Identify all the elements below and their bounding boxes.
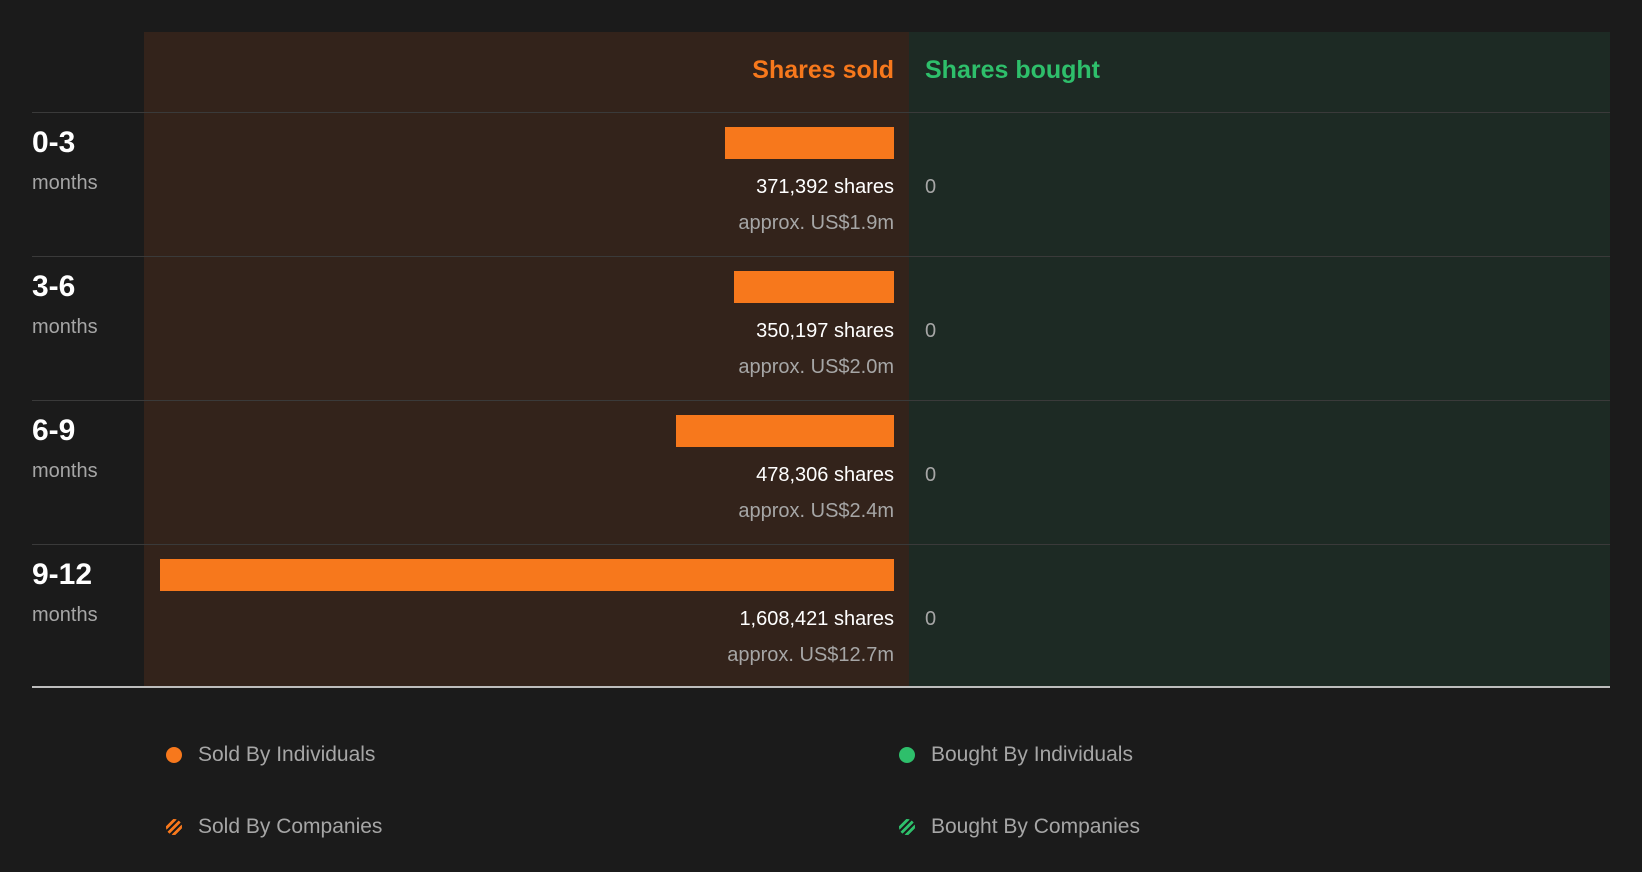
legend-label: Bought By Individuals <box>931 743 1133 766</box>
insider-trading-chart: Shares sold Shares bought 0-3 months 371,3… <box>0 0 1642 700</box>
sold-shares-label: 350,197 shares <box>756 320 894 342</box>
chart-row: 9-12 months 1,608,421 shares approx. US$12.… <box>0 544 1642 688</box>
legend-item-sold-individuals: Sold By Individuals <box>166 743 375 767</box>
sold-value-label: approx. US$1.9m <box>738 212 894 234</box>
row-divider <box>32 400 1610 401</box>
sold-value-label: approx. US$2.4m <box>738 500 894 522</box>
legend-label: Sold By Individuals <box>198 743 376 766</box>
legend-dot-icon <box>899 747 915 763</box>
bought-shares-label: 0 <box>925 320 937 342</box>
sold-shares-label: 1,608,421 shares <box>739 608 894 630</box>
period-label: 0-3 <box>32 126 76 159</box>
legend-label: Sold By Companies <box>198 815 383 838</box>
legend-item-bought-companies: Bought By Companies <box>899 815 1140 839</box>
legend-striped-dot-icon <box>166 819 182 835</box>
sold-bar <box>734 271 894 303</box>
chart-row: 3-6 months 350,197 shares approx. US$2.0m 0 <box>0 256 1642 400</box>
row-divider <box>32 256 1610 257</box>
sold-bar <box>676 415 894 447</box>
bought-shares-label: 0 <box>925 608 937 630</box>
sold-value-label: approx. US$12.7m <box>727 644 894 666</box>
legend-striped-dot-icon <box>899 819 915 835</box>
legend-label: Bought By Companies <box>931 815 1140 838</box>
legend-item-bought-individuals: Bought By Individuals <box>899 743 1133 767</box>
period-unit-label: months <box>32 172 98 194</box>
period-unit-label: months <box>32 460 98 482</box>
sold-shares-label: 478,306 shares <box>756 464 894 486</box>
sold-bar <box>160 559 894 591</box>
bought-shares-label: 0 <box>925 176 937 198</box>
legend-dot-icon <box>166 747 182 763</box>
header-shares-sold: Shares sold <box>752 56 894 84</box>
chart-row: 6-9 months 478,306 shares approx. US$2.4m 0 <box>0 400 1642 544</box>
row-divider <box>32 544 1610 545</box>
legend-item-sold-companies: Sold By Companies <box>166 815 382 839</box>
chart-row: 0-3 months 371,392 shares approx. US$1.9m 0 <box>0 112 1642 256</box>
period-label: 3-6 <box>32 270 76 303</box>
sold-value-label: approx. US$2.0m <box>738 356 894 378</box>
period-label: 6-9 <box>32 414 76 447</box>
header-divider <box>32 112 1610 113</box>
sold-shares-label: 371,392 shares <box>756 176 894 198</box>
period-label: 9-12 <box>32 558 93 591</box>
period-unit-label: months <box>32 316 98 338</box>
header-shares-bought: Shares bought <box>925 56 1101 84</box>
bought-shares-label: 0 <box>925 464 937 486</box>
sold-bar <box>725 127 894 159</box>
period-unit-label: months <box>32 604 98 626</box>
